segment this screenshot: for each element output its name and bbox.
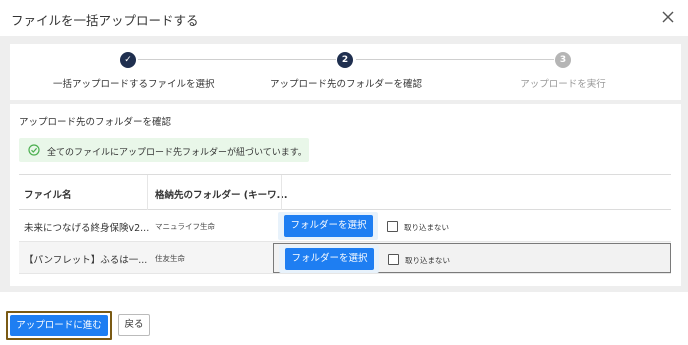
success-alert: 全てのファイルにアップロード先フォルダーが紐づいています。 xyxy=(19,138,309,162)
skip-checkbox[interactable] xyxy=(388,254,399,265)
step-label: アップロード先のフォルダーを確認 xyxy=(270,79,423,90)
dialog-body: ✓ 一括アップロードするファイルを選択 2 アップロード先のフォルダーを確認 3… xyxy=(0,36,688,292)
proceed-upload-button[interactable]: アップロードに進む xyxy=(10,315,108,336)
file-table: ファイル名 格納先のフォルダー (キーワ... 未来につなげる終身保険v2...… xyxy=(19,174,671,274)
column-header-file: ファイル名 xyxy=(24,190,72,201)
alert-message: 全てのファイルにアップロード先フォルダーが紐づいています。 xyxy=(47,148,307,158)
focus-outline: アップロードに進む xyxy=(6,311,112,340)
file-name: 未来につなげる終身保険v2... xyxy=(24,223,150,234)
skip-checkbox[interactable] xyxy=(387,221,398,232)
stepper: ✓ 一括アップロードするファイルを選択 2 アップロード先のフォルダーを確認 3… xyxy=(10,44,681,100)
skip-label: 取り込まない xyxy=(404,223,449,232)
step-3: 3 アップロードを実行 xyxy=(488,52,638,90)
table-header: ファイル名 格納先のフォルダー (キーワ... xyxy=(19,175,671,210)
upload-dialog: ファイルを一括アップロードする ✓ 一括アップロードするファイルを選択 2 アッ… xyxy=(0,0,688,345)
folder-name: マニュライフ生命 xyxy=(155,222,215,231)
back-button[interactable]: 戻る xyxy=(118,314,150,336)
step-label: アップロードを実行 xyxy=(520,79,606,90)
step-number: 3 xyxy=(555,52,571,68)
dialog-footer: アップロードに進む 戻る xyxy=(0,292,688,345)
column-divider xyxy=(281,175,282,210)
row-actions: フォルダーを選択 取り込まない xyxy=(273,243,671,273)
file-name: 【パンフレット】ふるは一... xyxy=(24,255,148,266)
step-number: 2 xyxy=(337,52,353,68)
folder-confirm-panel: アップロード先のフォルダーを確認 全てのファイルにアップロード先フォルダーが紐づ… xyxy=(10,104,681,286)
select-folder-button[interactable]: フォルダーを選択 xyxy=(285,248,374,270)
section-title: アップロード先のフォルダーを確認 xyxy=(19,117,172,128)
dialog-title: ファイルを一括アップロードする xyxy=(11,13,199,28)
check-icon: ✓ xyxy=(120,52,136,68)
table-row: 【パンフレット】ふるは一... 住友生命 フォルダーを選択 取り込まない xyxy=(19,242,671,274)
folder-name: 住友生命 xyxy=(155,254,185,263)
dialog-header: ファイルを一括アップロードする xyxy=(0,0,688,36)
check-circle-icon xyxy=(28,144,40,156)
step-1: ✓ 一括アップロードするファイルを選択 xyxy=(53,52,215,90)
column-divider xyxy=(147,175,148,210)
close-icon[interactable] xyxy=(660,9,676,25)
column-header-folder: 格納先のフォルダー (キーワ... xyxy=(155,190,288,201)
row-actions: フォルダーを選択 取り込まない xyxy=(273,211,671,241)
select-folder-button[interactable]: フォルダーを選択 xyxy=(284,215,373,237)
skip-label: 取り込まない xyxy=(405,256,450,265)
step-2: 2 アップロード先のフォルダーを確認 xyxy=(270,52,423,90)
table-row: 未来につなげる終身保険v2... マニュライフ生命 フォルダーを選択 取り込まな… xyxy=(19,210,671,242)
step-label: 一括アップロードするファイルを選択 xyxy=(53,79,215,90)
